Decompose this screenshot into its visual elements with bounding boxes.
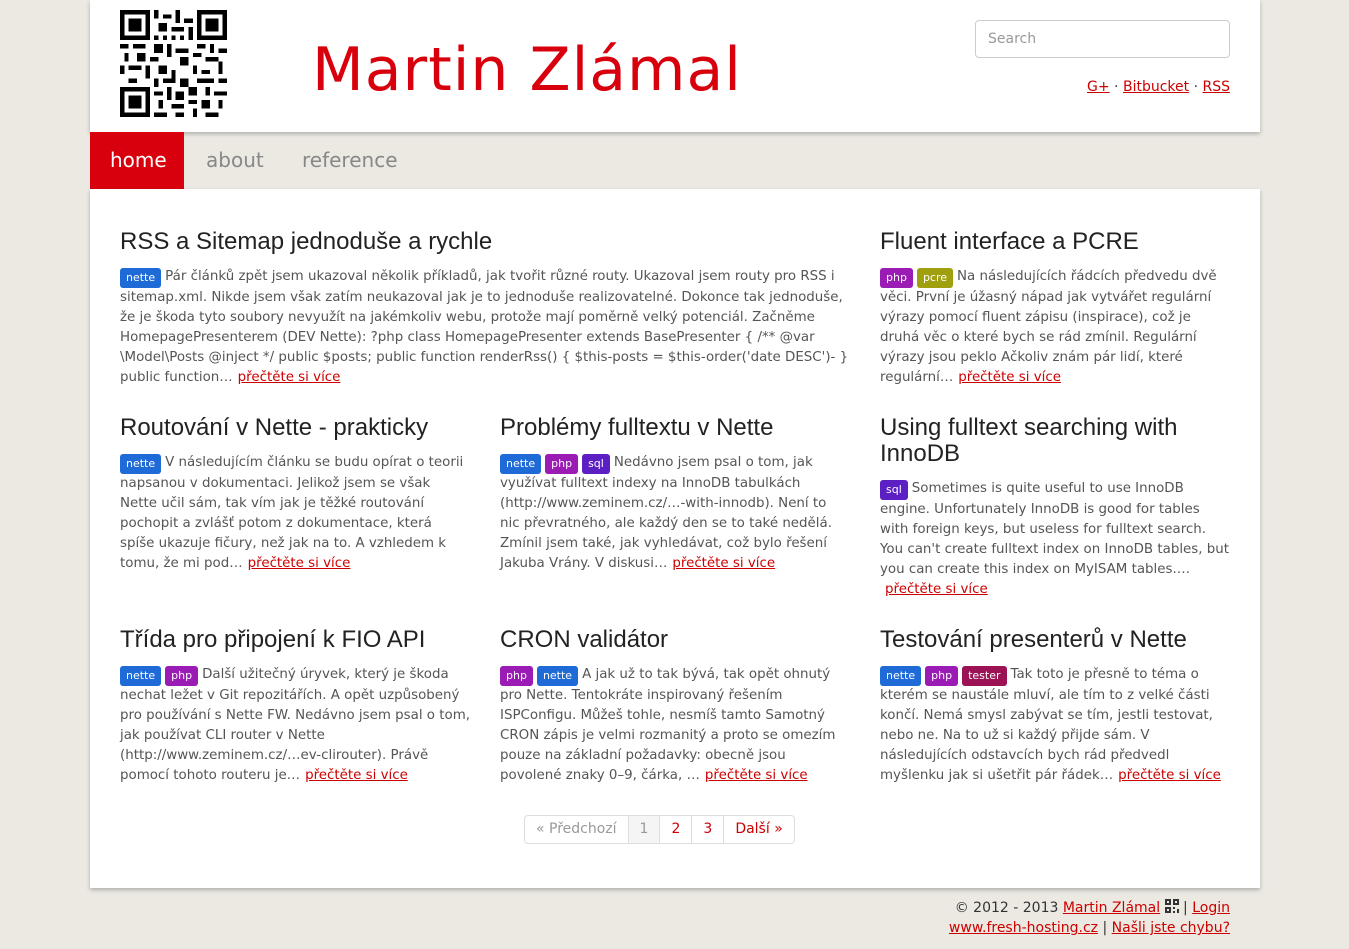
pagination-page-3[interactable]: 3	[691, 816, 723, 843]
excerpt-text: V následujícím článku se budu opírat o t…	[120, 455, 464, 571]
social-links: G+ · Bitbucket · RSS	[1087, 79, 1230, 95]
nav-home[interactable]: home	[90, 132, 184, 189]
article-title[interactable]: Třída pro připojení k FIO API	[120, 627, 470, 653]
pagination-next[interactable]: Další »	[723, 816, 793, 843]
qr-code-icon[interactable]	[120, 10, 227, 117]
article-excerpt: nette php sql Nedávno jsem psal o tom, jak …	[500, 453, 850, 574]
footer: © 2012 - 2013 Martin Zlámal | Login www.…	[948, 899, 1230, 936]
tag-nette[interactable]: nette	[120, 454, 162, 474]
tag-pcre[interactable]: pcre	[916, 268, 954, 288]
article-title[interactable]: Testování presenterů v Nette	[880, 627, 1230, 653]
article-title[interactable]: RSS a Sitemap jednoduše a rychle	[120, 229, 850, 255]
excerpt-text: Pár článků zpět jsem ukazoval několik př…	[120, 269, 849, 385]
main-nav: home about reference	[90, 132, 1260, 189]
read-more-link[interactable]: přečtěte si více	[958, 370, 1061, 385]
rss-link[interactable]: RSS	[1202, 79, 1230, 95]
copyright: © 2012 - 2013	[954, 900, 1059, 916]
article-card: Fluent interface a PCRE php pcre Na následu…	[880, 229, 1230, 388]
article-title[interactable]: Routování v Nette - prakticky	[120, 415, 470, 441]
tag-nette[interactable]: nette	[880, 666, 922, 686]
report-bug-link[interactable]: Našli jste chybu?	[1112, 920, 1230, 936]
article-card: Routování v Nette - prakticky nette V násl…	[120, 415, 470, 574]
tag-php[interactable]: php	[500, 666, 533, 686]
search-input[interactable]	[975, 20, 1230, 58]
pagination-page-2[interactable]: 2	[659, 816, 691, 843]
article-excerpt: sql Sometimes is quite useful to use Inno…	[880, 479, 1230, 600]
tag-php[interactable]: php	[925, 666, 959, 686]
article-title[interactable]: CRON validátor	[500, 627, 850, 653]
read-more-link[interactable]: přečtěte si více	[705, 768, 808, 783]
article-card: Testování presenterů v Nette nette php test…	[880, 627, 1230, 786]
main-content: RSS a Sitemap jednoduše a rychle nette Pár…	[90, 189, 1260, 888]
read-more-link[interactable]: přečtěte si více	[305, 768, 408, 783]
article-excerpt: php nette A jak už to tak bývá, tak opět o…	[500, 665, 850, 786]
article-title[interactable]: Fluent interface a PCRE	[880, 229, 1230, 255]
tag-php[interactable]: php	[880, 268, 913, 288]
read-more-link[interactable]: přečtěte si více	[248, 556, 351, 571]
tag-nette[interactable]: nette	[536, 666, 579, 686]
qr-icon[interactable]	[1164, 899, 1179, 913]
article-title[interactable]: Using fulltext searching with InnoDB	[880, 415, 1230, 467]
header: Martin Zlámal G+ · Bitbucket · RSS	[90, 0, 1260, 132]
tag-nette[interactable]: nette	[120, 666, 162, 686]
read-more-link[interactable]: přečtěte si více	[238, 370, 341, 385]
article-excerpt: nette php Další užitečný úryvek, který je …	[120, 665, 470, 786]
tag-tester[interactable]: tester	[962, 666, 1007, 686]
pagination-prev: « Předchozí	[536, 821, 617, 837]
read-more-link[interactable]: přečtěte si více	[672, 556, 775, 571]
page: Martin Zlámal G+ · Bitbucket · RSS home …	[90, 0, 1260, 888]
tag-sql[interactable]: sql	[880, 480, 908, 500]
author-link[interactable]: Martin Zlámal	[1063, 900, 1160, 916]
article-title[interactable]: Problémy fulltextu v Nette	[500, 415, 850, 441]
tag-php[interactable]: php	[165, 666, 199, 686]
article-card: CRON validátor php nette A jak už to tak bý…	[500, 627, 850, 786]
article-card: Třída pro připojení k FIO API nette php Dal…	[120, 627, 470, 786]
tag-sql[interactable]: sql	[582, 454, 610, 474]
tag-nette[interactable]: nette	[120, 268, 162, 288]
read-more-link[interactable]: přečtěte si více	[885, 582, 988, 597]
article-excerpt: nette Pár článků zpět jsem ukazoval někol…	[120, 267, 850, 388]
article-excerpt: nette V následujícím článku se budu opíra…	[120, 453, 470, 574]
article-excerpt: php pcre Na následujících řádcích předvedu…	[880, 267, 1230, 388]
gplus-link[interactable]: G+	[1087, 79, 1110, 95]
bitbucket-link[interactable]: Bitbucket	[1123, 79, 1189, 95]
login-link[interactable]: Login	[1192, 900, 1230, 916]
nav-about[interactable]: about	[186, 132, 284, 189]
article-card: Using fulltext searching with InnoDB sql S…	[880, 415, 1230, 600]
nav-reference[interactable]: reference	[282, 132, 418, 189]
article-card: Problémy fulltextu v Nette nette php sql Ned…	[500, 415, 850, 574]
read-more-link[interactable]: přečtěte si více	[1118, 768, 1221, 783]
pagination-page-1: 1	[627, 816, 660, 843]
hosting-link[interactable]: www.fresh-hosting.cz	[949, 920, 1098, 936]
pagination: « Předchozí 1 2 3 Další »	[524, 815, 795, 844]
tag-nette[interactable]: nette	[500, 454, 542, 474]
tag-php[interactable]: php	[545, 454, 579, 474]
article-excerpt: nette php tester Tak toto je přesně to téma…	[880, 665, 1230, 786]
site-title[interactable]: Martin Zlámal	[312, 30, 742, 110]
article-card: RSS a Sitemap jednoduše a rychle nette Pár…	[120, 229, 850, 388]
excerpt-text: Sometimes is quite useful to use InnoDB …	[880, 481, 1230, 577]
